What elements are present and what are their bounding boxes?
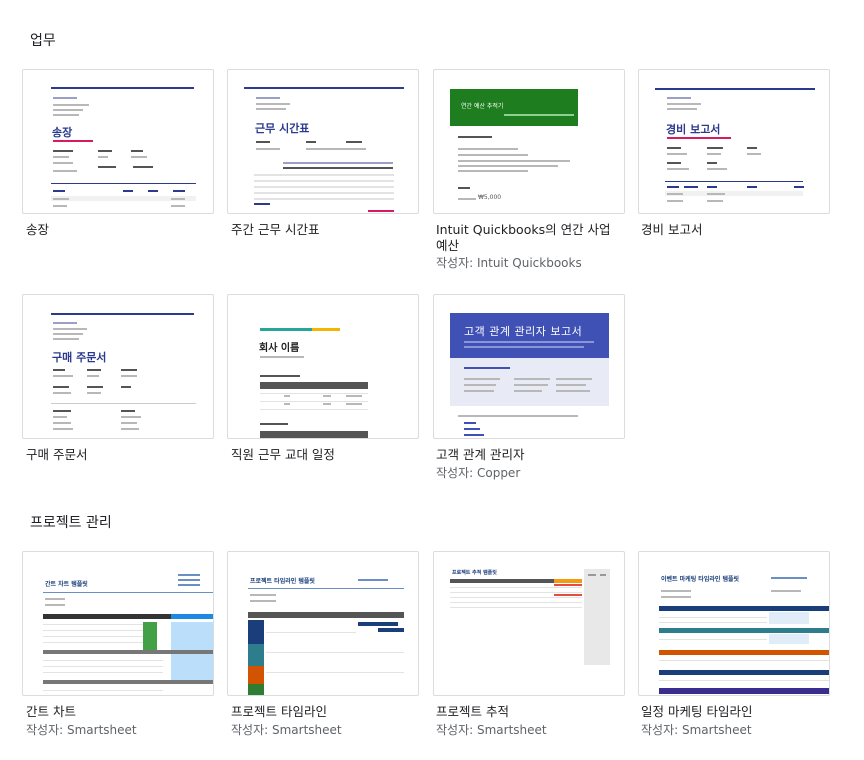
crm-thumb-title: 고객 관계 관리자 보고서 [464, 325, 583, 338]
purchase-thumbnail: 구매 주문서 [23, 295, 213, 438]
timesheet-thumb-title: 근무 시간표 [255, 122, 310, 135]
card-author-tracker: 작성자: Smartsheet [436, 723, 547, 737]
budget-thumbnail: 연간 예산 추적기 ₩5,000 [434, 70, 624, 213]
template-card-tracker[interactable]: 프로젝트 추적 템플릿 [433, 551, 625, 696]
card-title-shift[interactable]: 직원 근무 교대 일정 [231, 447, 421, 463]
timeline-thumbnail: 프로젝트 타임라인 템플릿 [228, 552, 418, 695]
template-card-gantt[interactable]: 간트 차트 템플릿 [22, 551, 214, 696]
card-author-gantt: 작성자: Smartsheet [26, 723, 137, 737]
crm-thumbnail: 고객 관계 관리자 보고서 [434, 295, 624, 438]
tracker-thumb-title: 프로젝트 추적 템플릿 [452, 570, 497, 576]
card-author-timeline: 작성자: Smartsheet [231, 723, 342, 737]
budget-thumb-amount: ₩5,000 [478, 194, 502, 201]
template-card-crm[interactable]: 고객 관계 관리자 보고서 [433, 294, 625, 439]
card-title-timesheet[interactable]: 주간 근무 시간표 [231, 222, 421, 238]
marketing-thumb-title: 이벤트 마케팅 타임라인 템플릿 [661, 576, 740, 583]
tracker-thumbnail: 프로젝트 추적 템플릿 [434, 552, 624, 695]
template-card-expense[interactable]: 경비 보고서 [638, 69, 830, 214]
expense-thumb-title: 경비 보고서 [666, 123, 721, 136]
card-title-marketing[interactable]: 일정 마케팅 타임라인 [641, 704, 831, 720]
gantt-thumbnail: 간트 차트 템플릿 [23, 552, 213, 695]
template-card-budget[interactable]: 연간 예산 추적기 ₩5,000 [433, 69, 625, 214]
template-card-marketing[interactable]: 이벤트 마케팅 타임라인 템플릿 [638, 551, 830, 696]
invoice-thumbnail: 송장 [23, 70, 213, 213]
marketing-thumbnail: 이벤트 마케팅 타임라인 템플릿 [639, 552, 829, 695]
card-author-budget: 작성자: Intuit Quickbooks [436, 256, 582, 270]
card-author-crm: 작성자: Copper [436, 466, 521, 480]
card-title-invoice[interactable]: 송장 [26, 222, 216, 238]
template-card-invoice[interactable]: 송장 [22, 69, 214, 214]
template-card-shift[interactable]: 회사 이름 [227, 294, 419, 439]
section-title-work: 업무 [30, 33, 56, 49]
gantt-thumb-title: 간트 차트 템플릿 [45, 581, 88, 588]
card-title-tracker[interactable]: 프로젝트 추적 [436, 704, 626, 720]
card-title-budget[interactable]: Intuit Quickbooks의 연간 사업 예산 [436, 222, 626, 254]
card-title-timeline[interactable]: 프로젝트 타임라인 [231, 704, 421, 720]
timesheet-thumbnail: 근무 시간표 [228, 70, 418, 213]
shift-thumbnail: 회사 이름 [228, 295, 418, 438]
card-author-marketing: 작성자: Smartsheet [641, 723, 752, 737]
expense-thumbnail: 경비 보고서 [639, 70, 829, 213]
card-title-purchase[interactable]: 구매 주문서 [26, 447, 216, 463]
card-title-expense[interactable]: 경비 보고서 [641, 222, 831, 238]
card-title-gantt[interactable]: 간트 차트 [26, 704, 216, 720]
invoice-thumb-title: 송장 [52, 126, 73, 139]
purchase-thumb-title: 구매 주문서 [52, 351, 107, 364]
section-title-project: 프로젝트 관리 [30, 515, 112, 531]
template-card-purchase[interactable]: 구매 주문서 [22, 294, 214, 439]
shift-thumb-title: 회사 이름 [259, 343, 300, 354]
template-card-timesheet[interactable]: 근무 시간표 [227, 69, 419, 214]
card-title-crm[interactable]: 고객 관계 관리자 [436, 447, 626, 463]
timeline-thumb-title: 프로젝트 타임라인 템플릿 [250, 578, 315, 585]
budget-thumb-title: 연간 예산 추적기 [461, 103, 504, 110]
template-card-timeline[interactable]: 프로젝트 타임라인 템플릿 [227, 551, 419, 696]
